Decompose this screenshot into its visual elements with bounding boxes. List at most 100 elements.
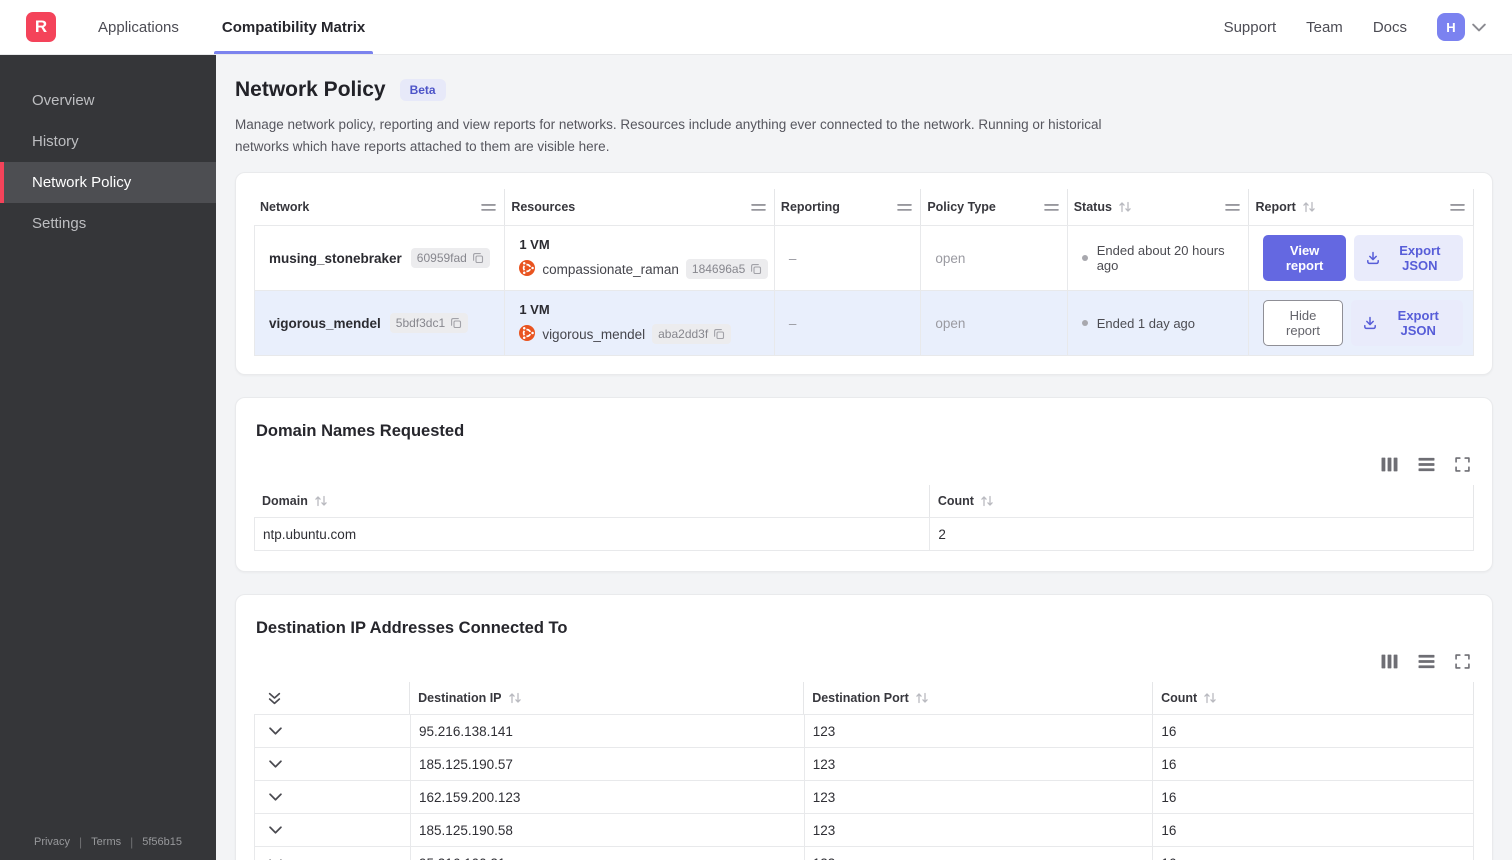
network-hash-badge: 5bdf3dc1 — [389, 313, 469, 334]
column-header-report: Report — [1249, 189, 1474, 226]
primary-nav: Applications Compatibility Matrix — [90, 0, 400, 54]
destination-ip-cell: 95.216.100.21 — [411, 847, 805, 860]
destination-ip-cell: 185.125.190.57 — [411, 748, 805, 781]
status-text: Ended 1 day ago — [1096, 315, 1196, 331]
column-header-count: Count — [1153, 682, 1474, 715]
copy-icon[interactable] — [450, 317, 462, 329]
chevron-down-icon[interactable] — [269, 727, 282, 735]
fullscreen-icon[interactable] — [1455, 457, 1470, 472]
column-header-policy-type: Policy Type — [921, 189, 1068, 226]
export-json-button[interactable]: Export JSON — [1353, 235, 1463, 282]
network-name: vigorous_mendel — [269, 315, 381, 331]
main-content: Network Policy Beta Manage network polic… — [216, 55, 1512, 860]
tab-compatibility-matrix[interactable]: Compatibility Matrix — [213, 0, 374, 54]
sidebar-item-network-policy[interactable]: Network Policy — [0, 162, 216, 203]
column-menu-icon[interactable] — [897, 203, 912, 212]
sidebar-item-overview[interactable]: Overview — [0, 80, 216, 121]
chevron-down-icon[interactable] — [1472, 23, 1486, 32]
column-menu-icon[interactable] — [1044, 203, 1059, 212]
column-header-reporting: Reporting — [775, 189, 922, 226]
table-row: ntp.ubuntu.com 2 — [255, 518, 1474, 552]
sort-arrows-icon[interactable] — [980, 495, 994, 507]
expand-cell — [255, 781, 412, 814]
column-header-destination-port: Destination Port — [804, 682, 1154, 715]
column-menu-icon[interactable] — [1450, 203, 1465, 212]
network-hash-badge: 60959fad — [410, 248, 490, 269]
column-label: Destination IP — [418, 691, 502, 706]
sort-arrows-icon[interactable] — [1203, 692, 1217, 704]
nav-link-support[interactable]: Support — [1224, 19, 1277, 36]
report-cell: Hide report Export JSON — [1249, 291, 1474, 356]
sort-arrows-icon[interactable] — [1302, 201, 1316, 213]
chevron-down-icon[interactable] — [269, 760, 282, 768]
column-menu-icon[interactable] — [751, 203, 766, 212]
sidebar-item-label: Network Policy — [32, 174, 132, 191]
destinations-card: Destination IP Addresses Connected To De… — [235, 594, 1493, 860]
network-cell: vigorous_mendel 5bdf3dc1 — [254, 291, 506, 356]
column-label: Network — [260, 200, 310, 215]
page-title: Network Policy — [235, 78, 386, 101]
table-toolbar — [254, 654, 1474, 669]
column-header-status: Status — [1068, 189, 1250, 226]
column-menu-icon[interactable] — [481, 203, 496, 212]
destination-port-cell: 123 — [805, 715, 1154, 748]
privacy-link[interactable]: Privacy — [34, 836, 70, 848]
vm-hash-badge: aba2dd3f — [652, 324, 732, 345]
sort-arrows-icon[interactable] — [314, 495, 328, 507]
report-cell: View report Export JSON — [1249, 226, 1474, 291]
ubuntu-icon — [519, 260, 535, 279]
fullscreen-icon[interactable] — [1455, 654, 1470, 669]
status-dot — [1081, 320, 1088, 327]
avatar[interactable]: H — [1437, 13, 1465, 41]
sidebar-item-settings[interactable]: Settings — [0, 203, 216, 244]
app-logo-letter: R — [34, 17, 48, 36]
density-icon[interactable] — [1418, 654, 1435, 669]
domain-cell: ntp.ubuntu.com — [255, 518, 931, 551]
terms-link[interactable]: Terms — [91, 836, 121, 848]
table-row: 185.125.190.58 123 16 — [255, 814, 1474, 848]
vm-name: vigorous_mendel — [542, 326, 646, 342]
columns-icon[interactable] — [1381, 457, 1398, 472]
density-icon[interactable] — [1418, 457, 1435, 472]
tab-applications-label: Applications — [98, 18, 179, 36]
sort-arrows-icon[interactable] — [508, 692, 522, 704]
sort-arrows-icon[interactable] — [915, 692, 929, 704]
chevron-down-icon[interactable] — [269, 826, 282, 834]
copy-icon[interactable] — [472, 252, 484, 264]
page-description: Manage network policy, reporting and vie… — [235, 117, 1102, 154]
navbar-right: Support Team Docs H — [1224, 0, 1486, 54]
user-menu[interactable]: H — [1437, 13, 1486, 41]
nav-link-docs[interactable]: Docs — [1373, 19, 1407, 36]
view-report-button[interactable]: View report — [1263, 235, 1346, 282]
hash-value: 60959fad — [416, 251, 467, 266]
double-chevron-down-icon[interactable] — [268, 692, 281, 705]
copy-icon[interactable] — [750, 263, 762, 275]
reporting-cell: – — [775, 226, 922, 291]
column-label: Status — [1073, 200, 1112, 215]
beta-badge: Beta — [399, 79, 446, 101]
destination-port-cell: 123 — [805, 814, 1154, 847]
column-label: Count — [1161, 691, 1198, 706]
column-label: Reporting — [780, 200, 840, 215]
columns-icon[interactable] — [1381, 654, 1398, 669]
column-header-destination-ip: Destination IP — [410, 682, 805, 715]
card-title: Domain Names Requested — [256, 422, 465, 441]
copy-icon[interactable] — [713, 328, 725, 340]
app-logo[interactable]: R — [26, 12, 56, 42]
sidebar: Overview History Network Policy Settings… — [0, 55, 216, 860]
hide-report-button[interactable]: Hide report — [1263, 300, 1343, 347]
column-label: Report — [1255, 200, 1296, 215]
expand-cell — [255, 814, 412, 847]
export-json-label: Export JSON — [1399, 243, 1441, 274]
column-menu-icon[interactable] — [1225, 203, 1240, 212]
networks-card: Network Resources Reporting Policy Type … — [235, 172, 1493, 376]
export-json-button[interactable]: Export JSON — [1350, 300, 1463, 347]
sidebar-item-history[interactable]: History — [0, 121, 216, 162]
destination-ip-cell: 185.125.190.58 — [411, 814, 805, 847]
tab-applications[interactable]: Applications — [90, 0, 187, 54]
policy-type-value: open — [935, 250, 966, 266]
chevron-down-icon[interactable] — [269, 793, 282, 801]
nav-link-team[interactable]: Team — [1306, 19, 1343, 36]
sort-arrows-icon[interactable] — [1118, 201, 1132, 213]
reporting-value: – — [788, 315, 797, 331]
